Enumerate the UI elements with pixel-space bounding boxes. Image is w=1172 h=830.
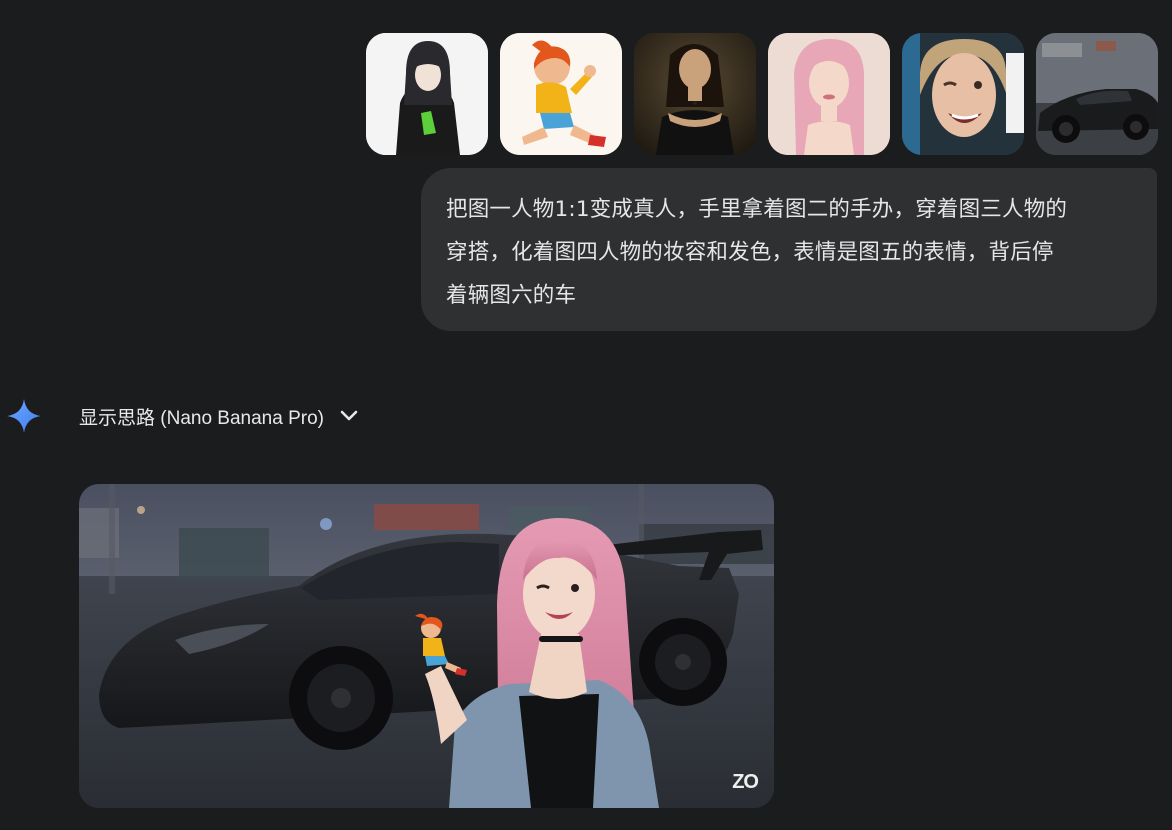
anime-girl-hoodie-image xyxy=(366,33,488,155)
show-thinking-toggle[interactable]: 显示思路 (Nano Banana Pro) xyxy=(79,398,358,434)
winking-woman-image xyxy=(902,33,1024,155)
woman-black-outfit-image xyxy=(634,33,756,155)
prompt-line-2: 穿搭，化着图四人物的妆容和发色，表情是图五的表情，背后停 xyxy=(446,240,1054,265)
attached-image-1[interactable] xyxy=(366,33,488,155)
cartoon-figurine-image xyxy=(500,33,622,155)
gemini-spark-icon xyxy=(7,399,41,433)
show-thinking-label: 显示思路 (Nano Banana Pro) xyxy=(79,407,324,429)
chevron-down-icon xyxy=(340,410,358,421)
attached-image-6[interactable] xyxy=(1036,33,1158,155)
generated-scene xyxy=(79,484,774,808)
prompt-line-3: 着辆图六的车 xyxy=(446,283,577,308)
black-sports-car-image xyxy=(1036,33,1158,155)
attached-image-2[interactable] xyxy=(500,33,622,155)
attached-image-5[interactable] xyxy=(902,33,1024,155)
attached-images xyxy=(366,33,1158,155)
generated-image[interactable]: ZO xyxy=(79,484,774,808)
image-watermark: ZO xyxy=(732,771,759,793)
user-prompt-bubble: 把图一人物1:1变成真人，手里拿着图二的手办，穿着图三人物的 穿搭，化着图四人物… xyxy=(421,168,1157,331)
pink-hair-woman-image xyxy=(768,33,890,155)
attached-image-3[interactable] xyxy=(634,33,756,155)
chat-page: 把图一人物1:1变成真人，手里拿着图二的手办，穿着图三人物的 穿搭，化着图四人物… xyxy=(0,0,1172,830)
attached-image-4[interactable] xyxy=(768,33,890,155)
prompt-line-1: 把图一人物1:1变成真人，手里拿着图二的手办，穿着图三人物的 xyxy=(446,197,1068,222)
